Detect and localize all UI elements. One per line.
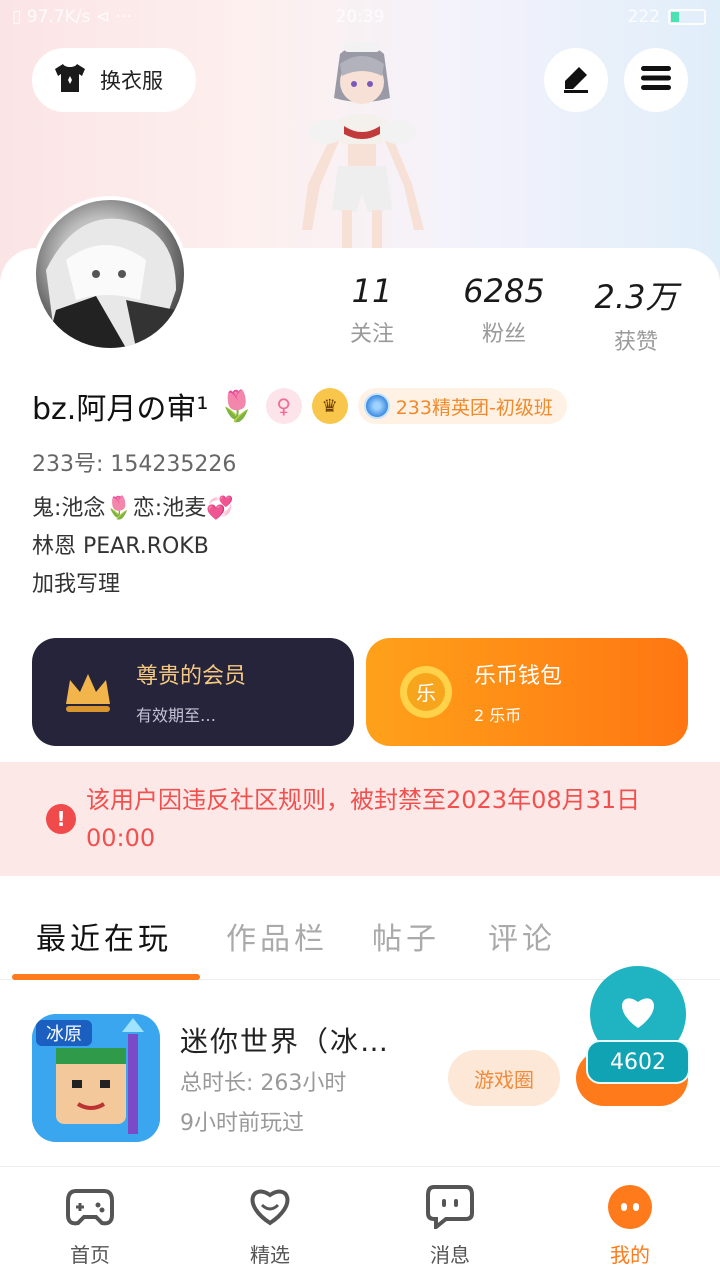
stat-value: 2.3万 xyxy=(594,278,678,316)
game-circle-button[interactable]: 游戏圈 xyxy=(448,1050,560,1106)
game-last-played: 9小时前玩过 xyxy=(180,1111,304,1136)
nav-label: 消息 xyxy=(430,1243,470,1267)
change-outfit-label: 换衣服 xyxy=(100,69,163,93)
battery-level: 222 xyxy=(627,7,660,27)
vip-subtitle: 有效期至… xyxy=(136,706,217,725)
like-count-badge: 4602 xyxy=(586,1040,690,1084)
bottom-navigation: 首页 精选 消息 我的 xyxy=(0,1166,720,1280)
gamepad-icon xyxy=(66,1183,114,1231)
vip-membership-card[interactable]: 尊贵的会员 有效期至… xyxy=(32,638,354,746)
game-meta: 总时长: 263小时 9小时前玩过 xyxy=(180,1064,346,1144)
warning-icon: ! xyxy=(46,804,76,834)
coin-wallet-balance: 2 乐币 xyxy=(474,706,522,725)
tab-works[interactable]: 作品栏 xyxy=(226,914,328,958)
team-badge[interactable]: 233精英团-初级班 xyxy=(357,388,567,424)
bio-line: 林恩 PEAR.ROKB xyxy=(32,534,209,559)
game-title[interactable]: 迷你世界（冰… xyxy=(180,1020,390,1060)
heart-icon xyxy=(618,994,658,1034)
nav-home[interactable]: 首页 xyxy=(0,1167,180,1280)
clock: 20:39 xyxy=(335,7,385,27)
coin-icon: 乐 xyxy=(398,664,454,720)
nav-label: 精选 xyxy=(250,1243,290,1267)
coin-icon-text: 乐 xyxy=(416,681,436,705)
heart-outline-icon xyxy=(246,1183,294,1231)
avatar-character-3d[interactable] xyxy=(282,34,442,250)
game-icon-text: 冰原 xyxy=(46,1024,82,1045)
game-total-time: 总时长: 263小时 xyxy=(180,1071,347,1096)
status-bar: ▯ 97.7K/s ⊲ ··· 20:39 222 xyxy=(0,0,720,36)
stat-likes[interactable]: 2.3万 获赞 xyxy=(576,272,696,356)
user-bio: 鬼:池念🌷恋:池麦💞 林恩 PEAR.ROKB 加我写理 xyxy=(32,490,234,604)
name-row: bz.阿月の审¹ 🌷 ♀ ♛ 233精英团-初级班 xyxy=(32,384,567,428)
stat-label: 获赞 xyxy=(613,330,658,355)
crown-icon xyxy=(60,664,116,720)
profile-tabs: 最近在玩 作品栏 帖子 评论 xyxy=(0,908,720,980)
active-tab-indicator xyxy=(12,974,200,980)
female-gender-icon: ♀ xyxy=(265,388,302,424)
chat-bubble-icon xyxy=(426,1183,474,1231)
stat-label: 关注 xyxy=(349,322,394,347)
game-icon[interactable]: 冰原 xyxy=(32,1014,160,1142)
user-avatar[interactable] xyxy=(32,196,188,352)
user-name: bz.阿月の审¹ xyxy=(32,392,209,427)
tulip-emoji: 🌷 xyxy=(218,388,256,424)
bio-line: 加我写理 xyxy=(32,572,121,597)
stat-followers[interactable]: 6285 粉丝 xyxy=(444,272,564,356)
change-outfit-button[interactable]: 换衣服 xyxy=(32,48,196,112)
tab-comments[interactable]: 评论 xyxy=(488,914,556,958)
more-menu-button[interactable] xyxy=(624,48,688,112)
battery-icon xyxy=(668,9,706,25)
stat-value: 6285 xyxy=(463,272,545,310)
user-id[interactable]: 233号: 154235226 xyxy=(32,446,236,478)
nav-featured[interactable]: 精选 xyxy=(180,1167,360,1280)
nav-me[interactable]: 我的 xyxy=(540,1167,720,1280)
coin-wallet-title: 乐币钱包 xyxy=(474,664,563,689)
hamburger-icon xyxy=(640,64,672,96)
stat-label: 粉丝 xyxy=(481,322,526,347)
gem-icon xyxy=(363,393,390,419)
battery-area: 222 xyxy=(628,7,706,27)
nav-messages[interactable]: 消息 xyxy=(360,1167,540,1280)
ban-warning-text: 该用户因违反社区规则，被封禁至2023年08月31日 00:00 xyxy=(86,786,641,852)
edit-profile-button[interactable] xyxy=(544,48,608,112)
tshirt-icon xyxy=(52,62,88,99)
tab-recent-playing[interactable]: 最近在玩 xyxy=(36,914,172,958)
pen-icon xyxy=(560,62,592,98)
profile-stats: 11 关注 6285 粉丝 2.3万 获赞 xyxy=(312,272,712,356)
bio-line: 鬼:池念🌷恋:池麦💞 xyxy=(32,496,234,521)
team-badge-label: 233精英团-初级班 xyxy=(395,396,553,419)
ban-warning-banner: ! 该用户因违反社区规则，被封禁至2023年08月31日 00:00 xyxy=(0,762,720,876)
coin-wallet-card[interactable]: 乐 乐币钱包 2 乐币 xyxy=(366,638,688,746)
nav-label: 我的 xyxy=(610,1243,650,1267)
tab-posts[interactable]: 帖子 xyxy=(372,914,440,958)
stat-following[interactable]: 11 关注 xyxy=(312,272,432,356)
stat-value: 11 xyxy=(351,272,393,310)
profile-face-icon xyxy=(606,1183,654,1231)
crown-icon[interactable]: ♛ xyxy=(311,388,348,424)
vip-title: 尊贵的会员 xyxy=(136,664,247,689)
nav-label: 首页 xyxy=(70,1243,110,1267)
